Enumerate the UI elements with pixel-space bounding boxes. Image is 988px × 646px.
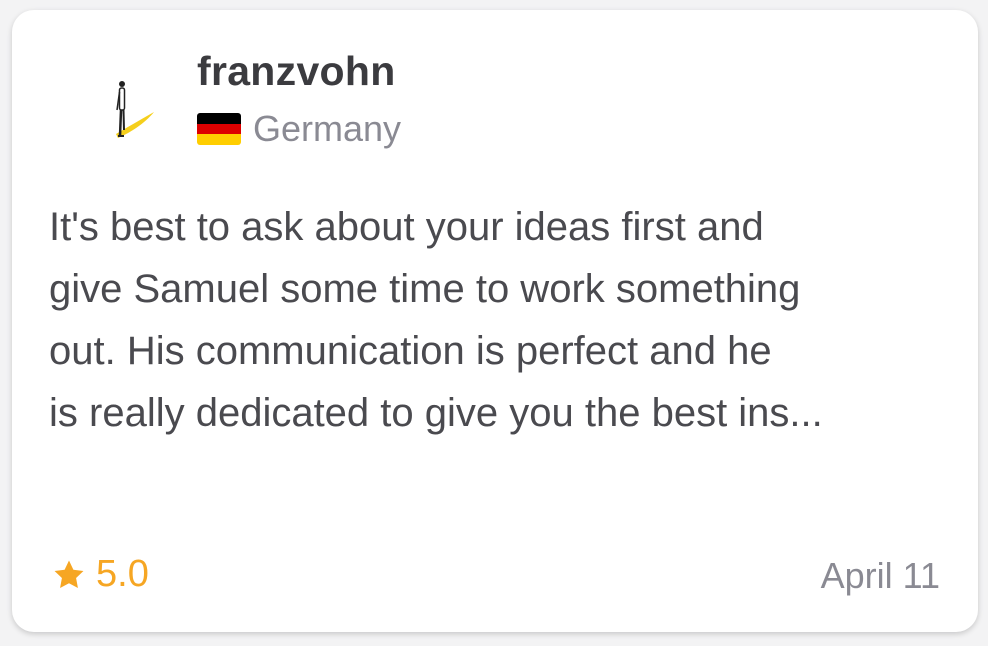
review-line: It's best to ask about your ideas first … bbox=[49, 205, 764, 249]
review-line: is really dedicated to give you the best… bbox=[49, 391, 823, 435]
review-card: franzvohn Germany It's best to ask about… bbox=[12, 10, 978, 632]
review-text: It's best to ask about your ideas first … bbox=[49, 196, 929, 444]
flag-stripe-gold bbox=[197, 134, 241, 145]
username[interactable]: franzvohn bbox=[197, 48, 396, 95]
country-name: Germany bbox=[253, 108, 402, 149]
review-line: give Samuel some time to work something bbox=[49, 267, 801, 311]
review-date: April 11 bbox=[820, 555, 940, 596]
rating-row: 5.0 bbox=[52, 553, 149, 596]
rating-value: 5.0 bbox=[96, 553, 149, 595]
country-row: Germany bbox=[197, 108, 401, 150]
user-avatar bbox=[116, 81, 154, 138]
germany-flag-icon bbox=[197, 113, 241, 145]
flag-stripe-black bbox=[197, 113, 241, 124]
star-icon bbox=[54, 560, 84, 588]
flag-stripe-red bbox=[197, 123, 241, 135]
review-line: out. His communication is perfect and he bbox=[49, 329, 772, 373]
